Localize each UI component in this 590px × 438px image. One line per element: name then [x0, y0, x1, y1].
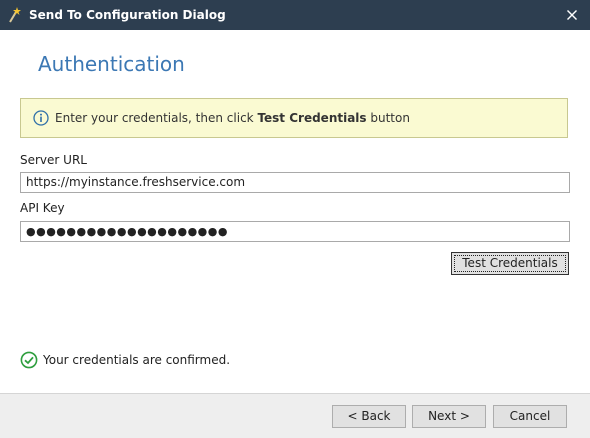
next-button[interactable]: Next > — [412, 405, 486, 428]
info-message: Enter your credentials, then click Test … — [55, 111, 410, 125]
footer-bar: < Back Next > Cancel — [0, 393, 590, 438]
cancel-button[interactable]: Cancel — [493, 405, 567, 428]
back-button[interactable]: < Back — [332, 405, 406, 428]
status-text: Your credentials are confirmed. — [43, 353, 231, 367]
info-icon — [33, 110, 49, 126]
check-circle-icon — [20, 351, 38, 369]
info-text-bold: Test Credentials — [257, 111, 367, 125]
page-title: Authentication — [38, 52, 185, 76]
server-url-input[interactable]: https://myinstance.freshservice.com — [20, 172, 570, 193]
close-button[interactable] — [562, 5, 582, 25]
server-url-label: Server URL — [20, 153, 87, 167]
test-credentials-button[interactable]: Test Credentials — [451, 252, 569, 275]
title-bar: Send To Configuration Dialog — [0, 0, 590, 30]
api-key-input[interactable]: ●●●●●●●●●●●●●●●●●●●● — [20, 221, 570, 242]
info-banner: Enter your credentials, then click Test … — [20, 98, 568, 138]
close-icon — [567, 10, 577, 20]
wand-icon — [7, 7, 21, 23]
api-key-label: API Key — [20, 201, 65, 215]
info-text-after: button — [366, 111, 410, 125]
info-text-before: Enter your credentials, then click — [55, 111, 258, 125]
window-title: Send To Configuration Dialog — [29, 8, 226, 22]
